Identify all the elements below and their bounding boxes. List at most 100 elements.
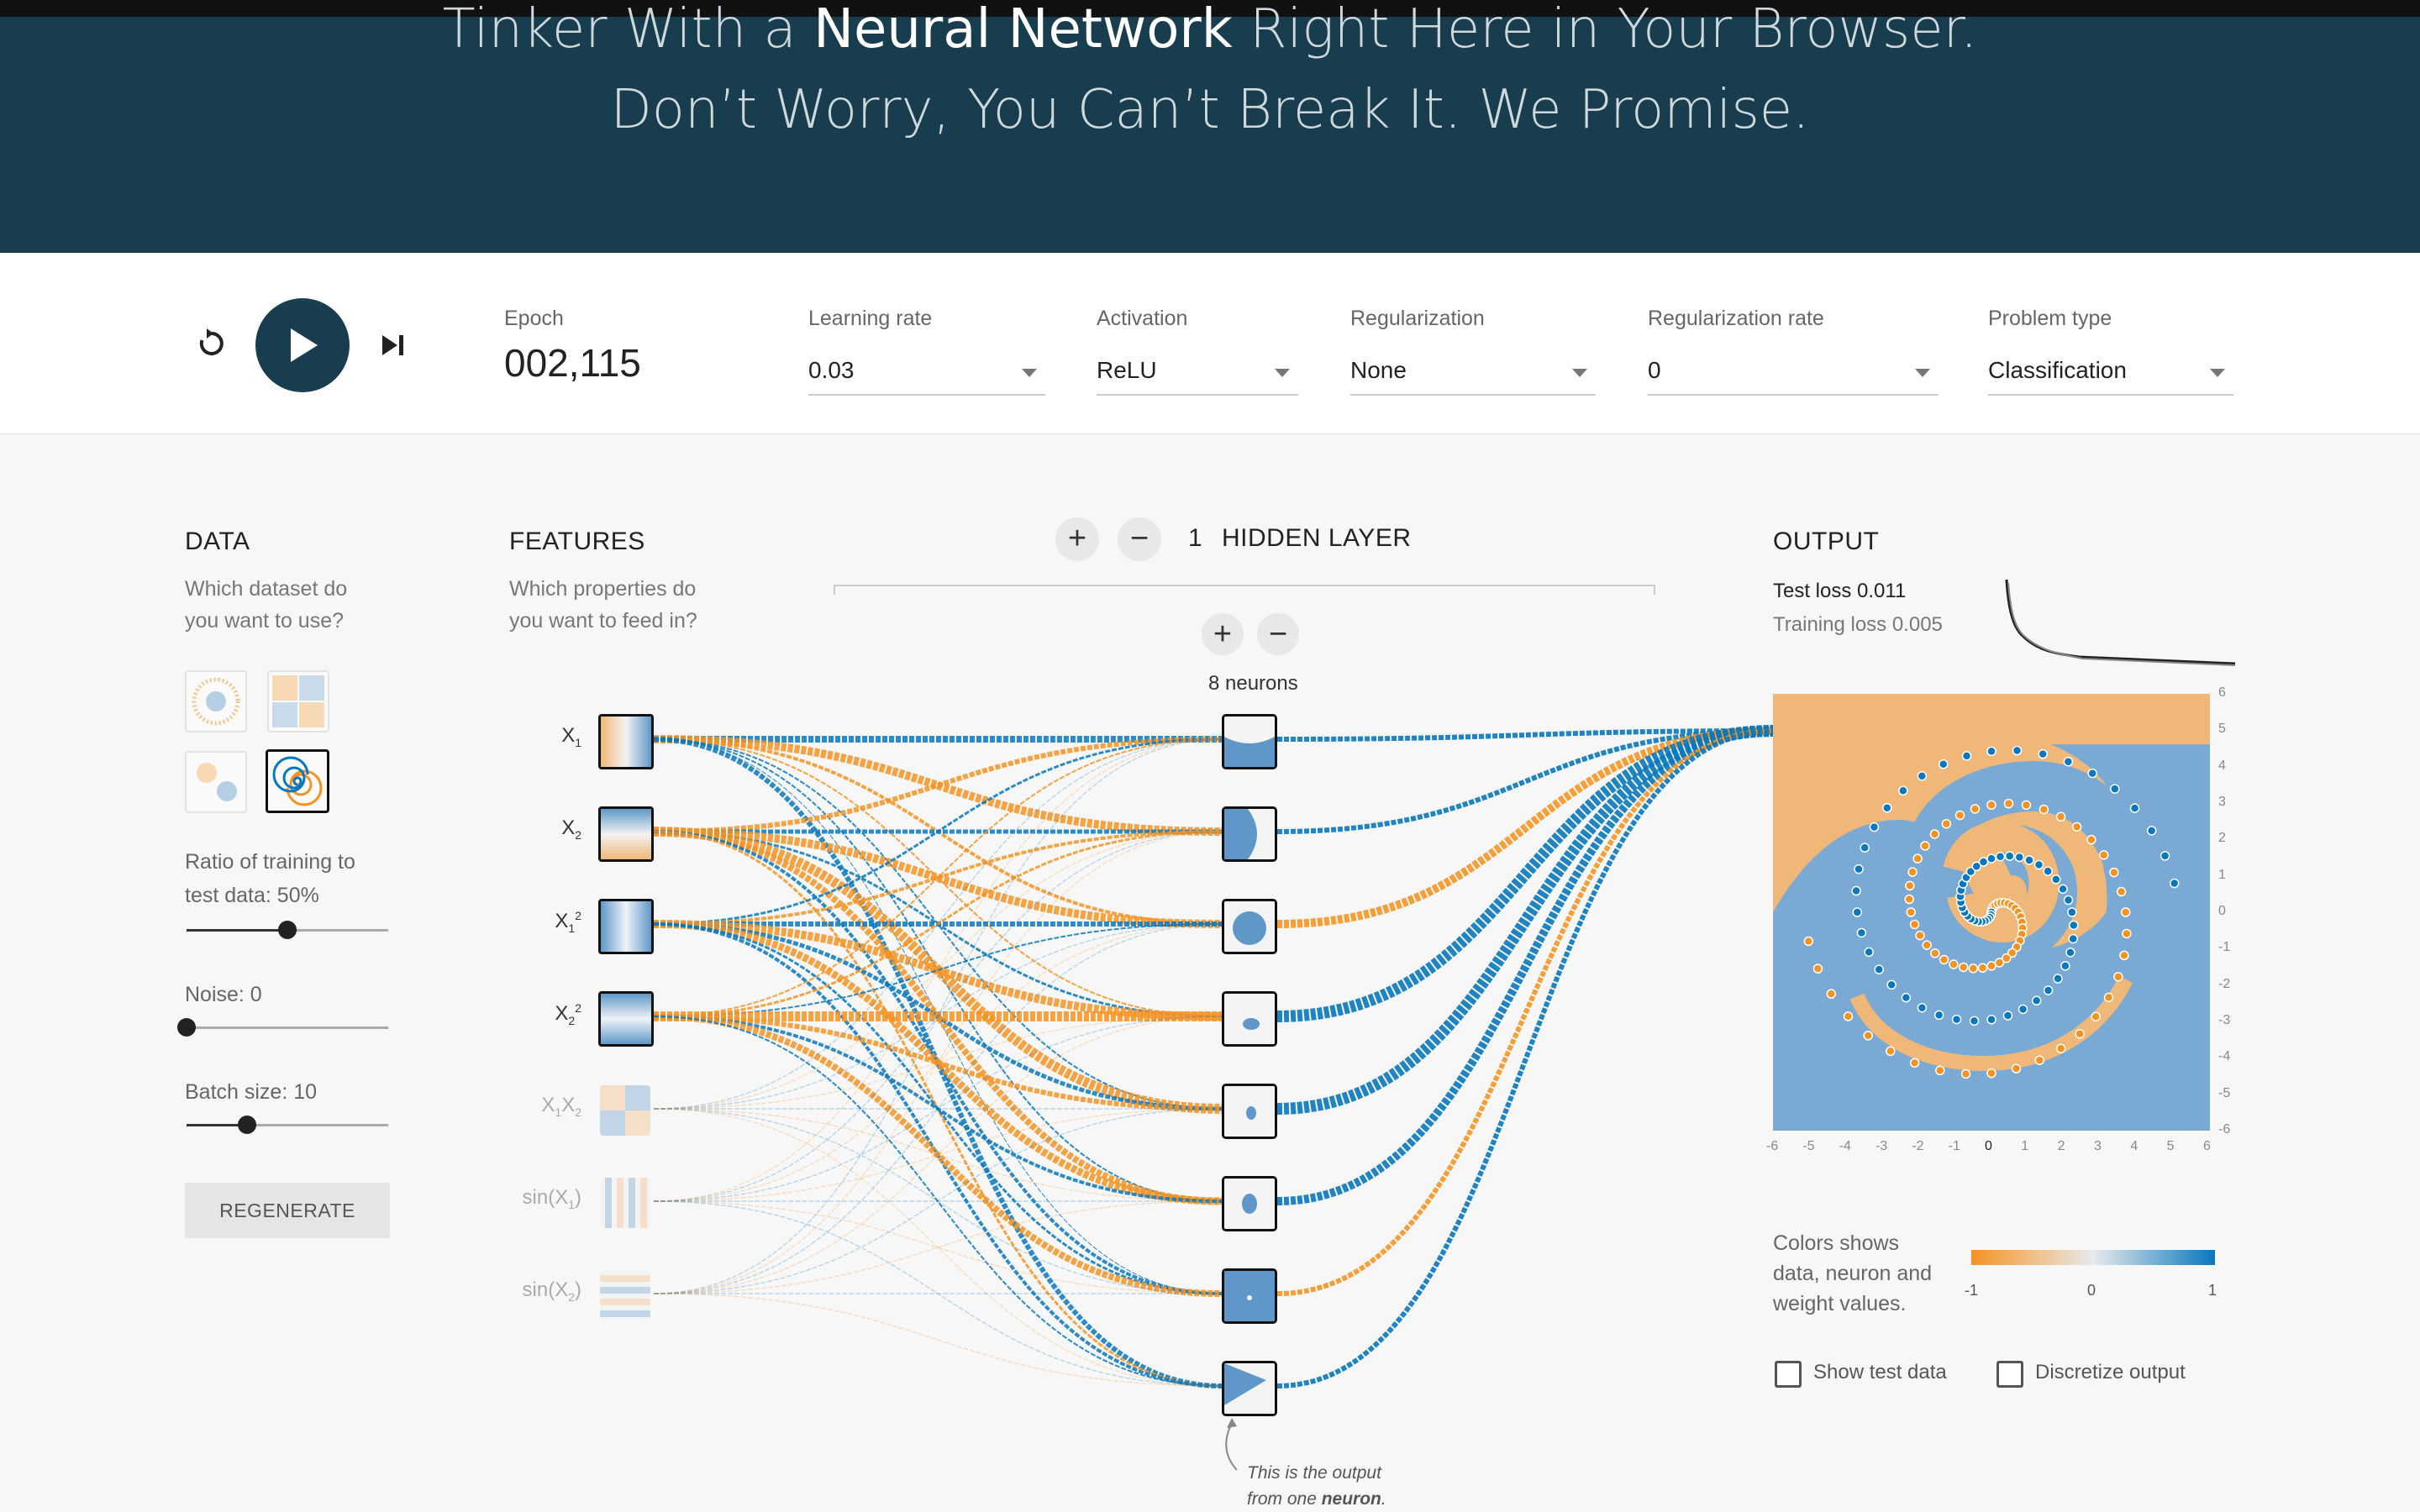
data-point [1935,1065,1945,1076]
hero-text: Tinker With a [442,0,814,60]
batch-slider-knob[interactable] [238,1116,256,1134]
hidden-neuron-3[interactable] [1222,899,1277,954]
data-point [1860,843,1870,853]
feature-sinx2-heatmap [600,1270,650,1320]
reset-button[interactable] [192,323,232,364]
test-loss: Test loss 0.011 [1773,580,1907,602]
ratio-slider-fill [187,929,287,932]
feature-x1[interactable] [598,714,654,769]
show-test-data-label[interactable]: Show test data [1813,1361,1947,1384]
data-point [2120,907,2131,917]
weight-link [653,1108,1223,1202]
feature-x1x2[interactable] [600,1085,650,1136]
weight-link [653,922,1223,1388]
data-point [1917,771,1928,781]
noise-label: Noise: 0 [185,983,262,1006]
data-point [2039,804,2049,815]
y-tick-label: 2 [2218,831,2226,846]
weight-link [653,827,1223,1114]
data-point [1864,947,1874,958]
regularization-select[interactable]: None [1350,354,1596,396]
feature-sin-x2[interactable] [600,1270,650,1320]
remove-neuron-button[interactable]: − [1257,613,1299,655]
weight-link [653,1016,1223,1202]
training-loss: Training loss 0.005 [1773,613,1943,636]
hidden-neuron-4[interactable] [1222,991,1277,1047]
data-point [1954,810,1965,821]
problem-type-select[interactable]: Classification [1988,354,2233,396]
regularization-rate-value: 0 [1648,357,1661,383]
weight-link [653,923,1223,1294]
regenerate-button[interactable]: REGENERATE [185,1183,390,1238]
dataset-xor-thumb[interactable] [267,670,329,732]
regularization-rate-select[interactable]: 0 [1648,354,1939,396]
regularization-rate-label: Regularization rate [1648,307,1824,330]
hidden-neuron-2[interactable] [1222,806,1277,862]
annotation-line: from one neuron. [1247,1486,1386,1512]
data-point [2034,1055,2045,1065]
hidden-neuron-6[interactable] [1222,1176,1277,1231]
data-point [2024,855,2034,865]
weight-link [653,738,1223,1294]
discretize-output-label[interactable]: Discretize output [2035,1361,2186,1384]
noise-slider-track[interactable] [187,1026,388,1029]
ratio-label: Ratio of training to [185,850,355,874]
data-point [2043,866,2053,876]
feature-x2[interactable] [598,806,654,862]
data-point [2113,972,2123,982]
hidden-layer-title: HIDDEN LAYER [1222,524,1412,552]
weight-link [653,1015,1223,1203]
data-point [1852,907,1863,917]
weight-link [653,1108,1223,1294]
hidden-neuron-5[interactable] [1222,1084,1277,1139]
feature-sin-x1[interactable] [600,1178,650,1228]
dataset-gauss-thumb[interactable] [185,751,247,813]
desc-line: you want to use? [185,609,345,633]
color-legend-axis [1971,1265,2215,1267]
weight-link [653,827,1223,928]
neuron-4-heatmap [1224,994,1275,1044]
y-tick-label: -3 [2218,1013,2231,1027]
weight-link [653,923,1223,1202]
step-button[interactable] [375,328,412,362]
show-test-data-checkbox[interactable] [1775,1361,1802,1388]
hidden-neuron-8[interactable] [1222,1361,1277,1416]
add-neuron-button[interactable]: + [1202,613,1244,655]
data-point [2087,768,2097,779]
legend-mid-label: 0 [2087,1282,2096,1299]
add-layer-button[interactable]: + [1055,517,1099,561]
remove-layer-button[interactable]: − [1118,517,1161,561]
loss-curve-chart [2005,579,2236,666]
noise-slider-knob[interactable] [177,1018,196,1037]
dataset-circle-thumb[interactable] [185,670,247,732]
data-point [1803,936,1814,947]
activation-select[interactable]: ReLU [1097,354,1298,396]
data-point [2146,826,2157,836]
hidden-neuron-7[interactable] [1222,1268,1277,1324]
weight-link [1276,727,1776,1205]
weight-link [653,923,1223,1110]
neurons-count: 8 neurons [1208,672,1298,695]
feature-x1-squared[interactable] [598,899,654,954]
gauss-dataset-icon [197,763,237,801]
weight-link [653,1016,1223,1387]
hidden-neuron-1[interactable] [1222,714,1277,769]
data-point [2119,950,2129,961]
weight-link [653,830,1223,926]
play-button[interactable] [255,298,350,392]
neuron-8-heatmap [1224,1363,1275,1414]
batch-slider-track[interactable] [187,1124,388,1126]
data-point [1898,785,1908,796]
feature-x2-squared[interactable] [598,991,654,1047]
data-point [1995,851,2006,862]
learning-rate-select[interactable]: 0.03 [808,354,1045,396]
discretize-output-checkbox[interactable] [1996,1361,2023,1388]
x-tick-label: -6 [1766,1139,1779,1153]
data-point [1969,1016,1980,1026]
neuron-7-heatmap [1224,1271,1275,1321]
dataset-spiral-thumb[interactable] [266,749,329,813]
ratio-slider-knob[interactable] [278,921,297,939]
weight-link [653,920,1223,1205]
weight-link [653,738,1223,1017]
feature-x1-heatmap [601,717,651,767]
